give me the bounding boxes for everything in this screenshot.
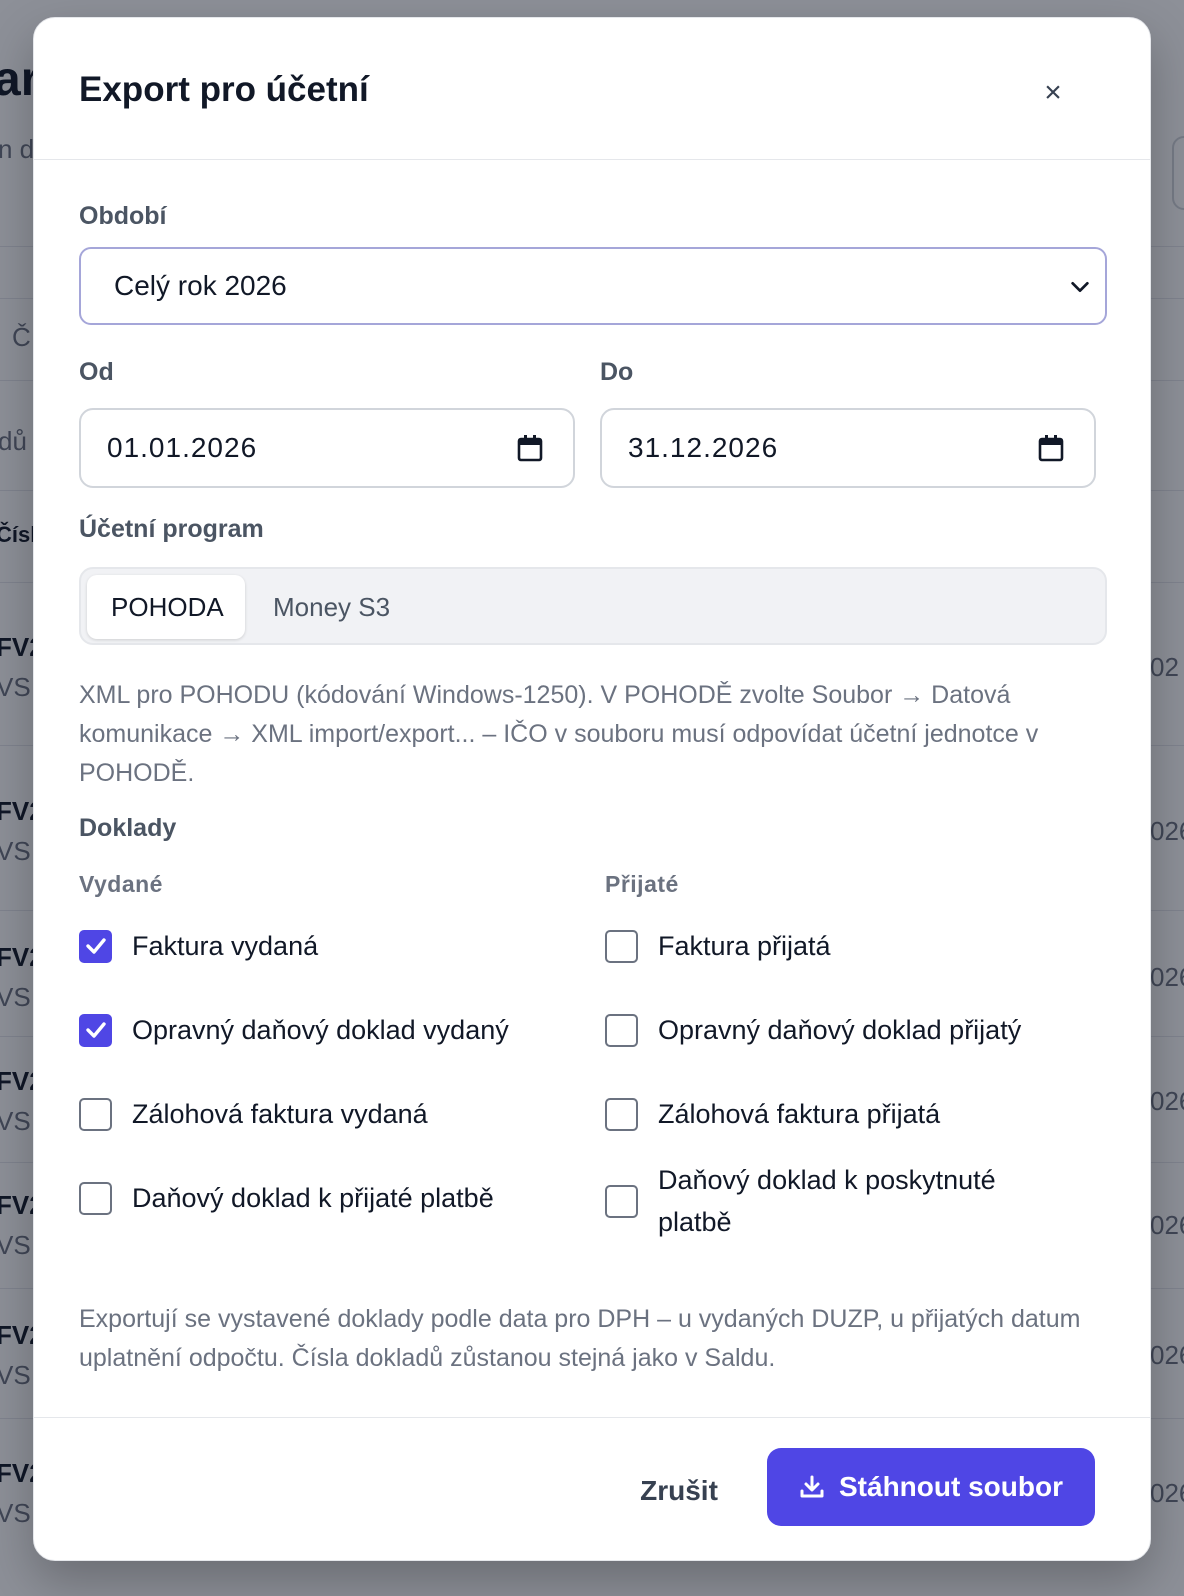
to-date-value: 31.12.2026 xyxy=(628,432,779,463)
checkbox-label: Daňový doklad k přijaté platbě xyxy=(132,1183,494,1213)
calendar-icon[interactable] xyxy=(1038,434,1064,462)
dialog-title: Export pro účetní xyxy=(79,70,369,109)
export-note: Exportují se vystavené doklady podle dat… xyxy=(79,1305,1081,1372)
close-button[interactable]: × xyxy=(1034,74,1072,112)
checkbox-label: Opravný daňový doklad vydaný xyxy=(132,1015,509,1045)
issued-advance-option[interactable]: Zálohová faktura vydaná xyxy=(79,1093,428,1135)
from-label: Od xyxy=(79,358,114,386)
received-column-label: Přijaté xyxy=(605,871,679,897)
from-date-value: 01.01.2026 xyxy=(107,432,258,463)
received-advance-option[interactable]: Zálohová faktura přijatá xyxy=(605,1093,940,1135)
checkbox-label: Daňový doklad k poskytnuté platbě xyxy=(658,1165,996,1237)
program-option-pohoda[interactable]: POHODA xyxy=(87,575,245,639)
checkbox[interactable] xyxy=(605,1184,638,1218)
received-correction-option[interactable]: Opravný daňový doklad přijatý xyxy=(605,1009,1021,1051)
download-icon xyxy=(800,1475,824,1498)
program-segmented-control: POHODA Money S3 xyxy=(79,567,1107,645)
documents-label: Doklady xyxy=(79,814,177,842)
checkbox[interactable] xyxy=(79,1097,112,1131)
received-payment-tax-doc-option[interactable]: Daňový doklad k poskytnuté platbě xyxy=(605,1159,1045,1243)
issued-invoice-option[interactable]: Faktura vydaná xyxy=(79,925,318,967)
chevron-down-icon xyxy=(1071,281,1089,293)
to-date-input[interactable]: 31.12.2026 xyxy=(600,408,1096,488)
checkbox[interactable] xyxy=(79,1181,112,1215)
cancel-button[interactable]: Zrušit xyxy=(624,1468,734,1514)
checkbox[interactable] xyxy=(605,1013,638,1047)
export-dialog: Export pro účetní × Období Celý rok 2026… xyxy=(33,17,1151,1561)
dialog-header: Export pro účetní × xyxy=(34,18,1150,160)
footer-divider xyxy=(34,1417,1150,1418)
received-invoice-option[interactable]: Faktura přijatá xyxy=(605,925,831,967)
period-label: Období xyxy=(79,202,167,230)
program-help-text: XML pro POHODU (kódování Windows-1250). … xyxy=(79,681,1039,787)
issued-correction-option[interactable]: Opravný daňový doklad vydaný xyxy=(79,1009,509,1051)
download-button-label: Stáhnout soubor xyxy=(839,1471,1063,1502)
checkbox-label: Faktura vydaná xyxy=(132,931,319,961)
program-option-money-s3[interactable]: Money S3 xyxy=(249,575,414,639)
calendar-icon[interactable] xyxy=(517,434,543,462)
download-button[interactable]: Stáhnout soubor xyxy=(767,1448,1095,1526)
to-label: Do xyxy=(600,358,634,386)
period-selected-value: Celý rok 2026 xyxy=(114,270,287,301)
issued-payment-tax-doc-option[interactable]: Daňový doklad k přijaté platbě xyxy=(79,1177,494,1219)
checkbox[interactable] xyxy=(79,1013,112,1047)
checkbox-label: Opravný daňový doklad přijatý xyxy=(658,1015,1022,1045)
from-date-input[interactable]: 01.01.2026 xyxy=(79,408,575,488)
checkbox[interactable] xyxy=(605,929,638,963)
checkbox-label: Faktura přijatá xyxy=(658,931,831,961)
period-select[interactable]: Celý rok 2026 xyxy=(79,247,1107,325)
checkbox-label: Zálohová faktura přijatá xyxy=(658,1099,941,1129)
checkbox[interactable] xyxy=(605,1097,638,1131)
checkbox[interactable] xyxy=(79,929,112,963)
check-icon xyxy=(85,1022,106,1038)
check-icon xyxy=(85,938,106,954)
issued-column-label: Vydané xyxy=(79,871,163,897)
close-icon: × xyxy=(1044,76,1062,109)
checkbox-label: Zálohová faktura vydaná xyxy=(132,1099,428,1129)
program-label: Účetní program xyxy=(79,515,264,543)
